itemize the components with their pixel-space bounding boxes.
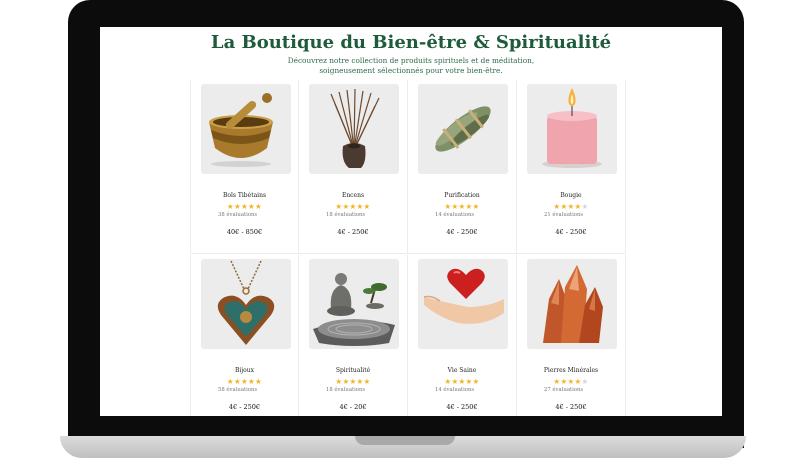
product-image-mineral-crystals[interactable] [527,259,617,349]
review-count: 14 évaluations [435,212,475,218]
star-empty-icon: ★ [581,377,589,386]
star-filled-icon: ★ [240,202,249,211]
star-filled-icon: ★ [458,202,466,211]
star-rating: ★★★★★ [408,377,516,386]
product-card[interactable]: Bols Tibétains ★★★★★ 38 évaluations 40€ … [190,80,299,254]
star-filled-icon: ★ [472,377,480,386]
product-price: 4€ - 250€ [228,403,261,411]
product-image-singing-bowl[interactable] [201,84,291,174]
product-name[interactable]: Purification [408,192,516,199]
star-filled-icon: ★ [226,377,234,386]
product-card[interactable]: Bougie ★★★★★ 21 évaluations 4€ - 250€ [517,80,626,254]
laptop-screen: La Boutique du Bien-être & Spiritualité … [100,27,722,416]
review-count: 18 évaluations [326,387,366,393]
product-image-heart-in-hand[interactable] [418,259,508,349]
review-count: 27 évaluations [544,387,584,393]
page-title: La Boutique du Bien-être & Spiritualité [210,32,612,53]
subtitle-line-2: soigneusement sélectionnés pour votre bi… [319,66,503,75]
star-rating: ★★★★★ [191,202,298,211]
review-count: 18 évaluations [326,212,366,218]
product-price: 40€ - 850€ [226,228,263,236]
star-filled-icon: ★ [465,202,473,211]
star-filled-icon: ★ [567,377,575,386]
product-card[interactable]: Spiritualité ★★★★★ 18 évaluations 4€ - 2… [299,255,408,416]
subtitle-line-1: Découvrez notre collection de produits s… [287,56,535,65]
star-rating: ★★★★★ [408,202,516,211]
product-name[interactable]: Spiritualité [299,367,407,374]
product-name[interactable]: Bols Tibétains [191,192,298,199]
product-price: 4€ - 250€ [446,228,478,236]
product-grid: Bols Tibétains ★★★★★ 38 évaluations 40€ … [190,80,630,416]
product-name[interactable]: Encens [299,192,407,199]
star-rating: ★★★★★ [517,377,625,386]
star-filled-icon: ★ [255,377,263,386]
star-filled-icon: ★ [240,377,249,386]
product-card[interactable]: Purification ★★★★★ 14 évaluations 4€ - 2… [408,80,517,254]
star-filled-icon: ★ [458,377,466,386]
review-count: 38 évaluations [218,212,258,218]
review-count: 58 évaluations [218,387,258,393]
star-filled-icon: ★ [248,377,256,386]
star-filled-icon: ★ [356,377,364,386]
product-card[interactable]: Bijoux ★★★★★ 58 évaluations 4€ - 250€ [190,255,299,416]
product-card[interactable]: Encens ★★★★★ 18 évaluations 4€ - 250€ [299,80,408,254]
product-image-sage-bundle[interactable] [418,84,508,174]
laptop-notch [355,436,455,445]
star-rating: ★★★★★ [517,202,625,211]
star-filled-icon: ★ [226,202,234,211]
review-count: 14 évaluations [435,387,475,393]
product-card[interactable]: Vie Saine ★★★★★ 14 évaluations 4€ - 250€ [408,255,517,416]
product-price: 4€ - 250€ [555,228,587,236]
product-image-heart-pendant[interactable] [201,259,291,349]
product-image-incense-sticks[interactable] [309,84,399,174]
star-filled-icon: ★ [465,377,473,386]
star-filled-icon: ★ [574,377,582,386]
product-price: 4€ - 250€ [337,228,369,236]
star-rating: ★★★★★ [299,377,407,386]
star-empty-icon: ★ [581,202,589,211]
star-filled-icon: ★ [248,202,256,211]
product-name[interactable]: Pierres Minérales [517,367,625,374]
star-rating: ★★★★★ [299,202,407,211]
product-image-pink-candle[interactable] [527,84,617,174]
product-image-buddha-zen-garden[interactable] [309,259,399,349]
product-name[interactable]: Bougie [517,192,625,199]
star-filled-icon: ★ [363,202,371,211]
star-filled-icon: ★ [349,202,357,211]
star-rating: ★★★★★ [191,377,298,386]
product-price: 4€ - 250€ [446,403,478,411]
product-price: 4€ - 20€ [339,403,367,411]
star-filled-icon: ★ [363,377,371,386]
product-price: 4€ - 250€ [555,403,587,411]
page-subtitle: Découvrez notre collection de produits s… [250,56,572,76]
product-name[interactable]: Bijoux [191,367,298,374]
star-filled-icon: ★ [349,377,357,386]
star-filled-icon: ★ [567,202,575,211]
product-card[interactable]: Pierres Minérales ★★★★★ 27 évaluations 4… [517,255,626,416]
star-filled-icon: ★ [574,202,582,211]
star-filled-icon: ★ [472,202,480,211]
star-filled-icon: ★ [233,377,241,386]
review-count: 21 évaluations [544,212,584,218]
star-filled-icon: ★ [233,202,241,211]
star-filled-icon: ★ [356,202,364,211]
star-filled-icon: ★ [255,202,263,211]
product-name[interactable]: Vie Saine [408,367,516,374]
